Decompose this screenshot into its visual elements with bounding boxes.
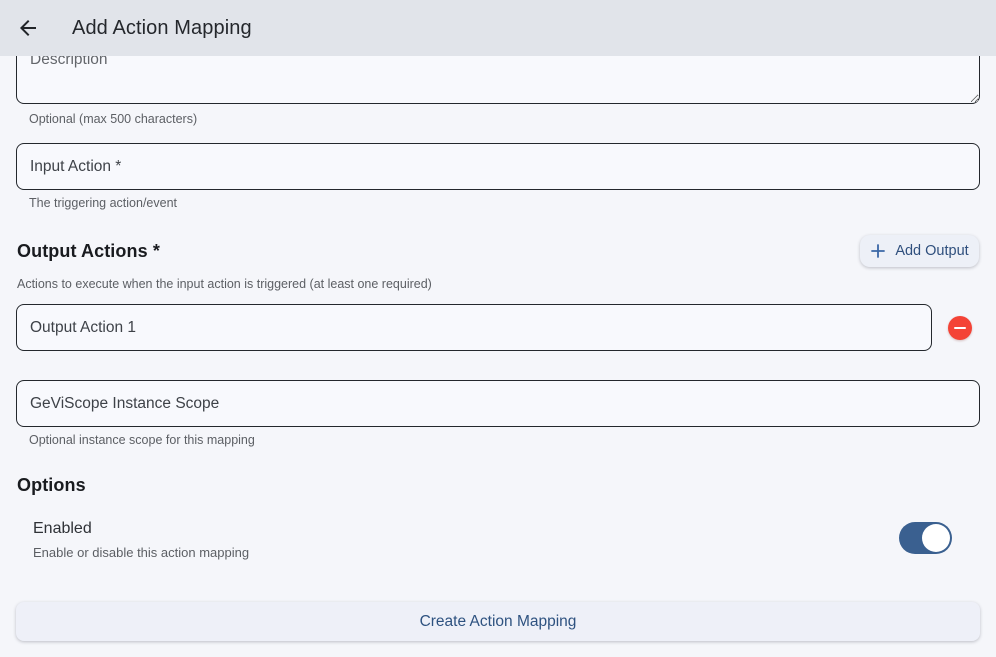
description-helper-text: Optional (max 500 characters)	[29, 112, 197, 126]
output-actions-helper-text: Actions to execute when the input action…	[17, 277, 432, 291]
instance-scope-helper-text: Optional instance scope for this mapping	[29, 433, 255, 447]
output-action-1-field[interactable]	[16, 304, 932, 351]
toggle-thumb-icon	[922, 524, 950, 552]
enabled-toggle-description: Enable or disable this action mapping	[33, 545, 249, 560]
arrow-left-icon	[16, 16, 40, 40]
input-action-helper-text: The triggering action/event	[29, 196, 177, 210]
back-button[interactable]	[8, 8, 48, 48]
enabled-toggle-switch[interactable]	[899, 522, 952, 554]
plus-icon	[870, 243, 886, 259]
options-heading: Options	[17, 475, 86, 496]
enabled-toggle-label: Enabled	[33, 520, 92, 538]
create-action-mapping-button[interactable]: Create Action Mapping	[16, 602, 980, 641]
add-output-button[interactable]: Add Output	[860, 235, 979, 267]
remove-output-button[interactable]	[948, 316, 972, 340]
minus-icon	[954, 327, 966, 330]
instance-scope-field[interactable]	[16, 380, 980, 427]
page-title: Add Action Mapping	[72, 17, 252, 40]
input-action-field[interactable]	[16, 143, 980, 190]
app-bar: Add Action Mapping	[0, 0, 996, 56]
add-action-mapping-screen: Add Action Mapping Optional (max 500 cha…	[0, 0, 996, 657]
output-actions-heading: Output Actions *	[17, 241, 160, 262]
create-action-mapping-button-label: Create Action Mapping	[420, 613, 577, 631]
add-output-button-label: Add Output	[895, 243, 968, 259]
